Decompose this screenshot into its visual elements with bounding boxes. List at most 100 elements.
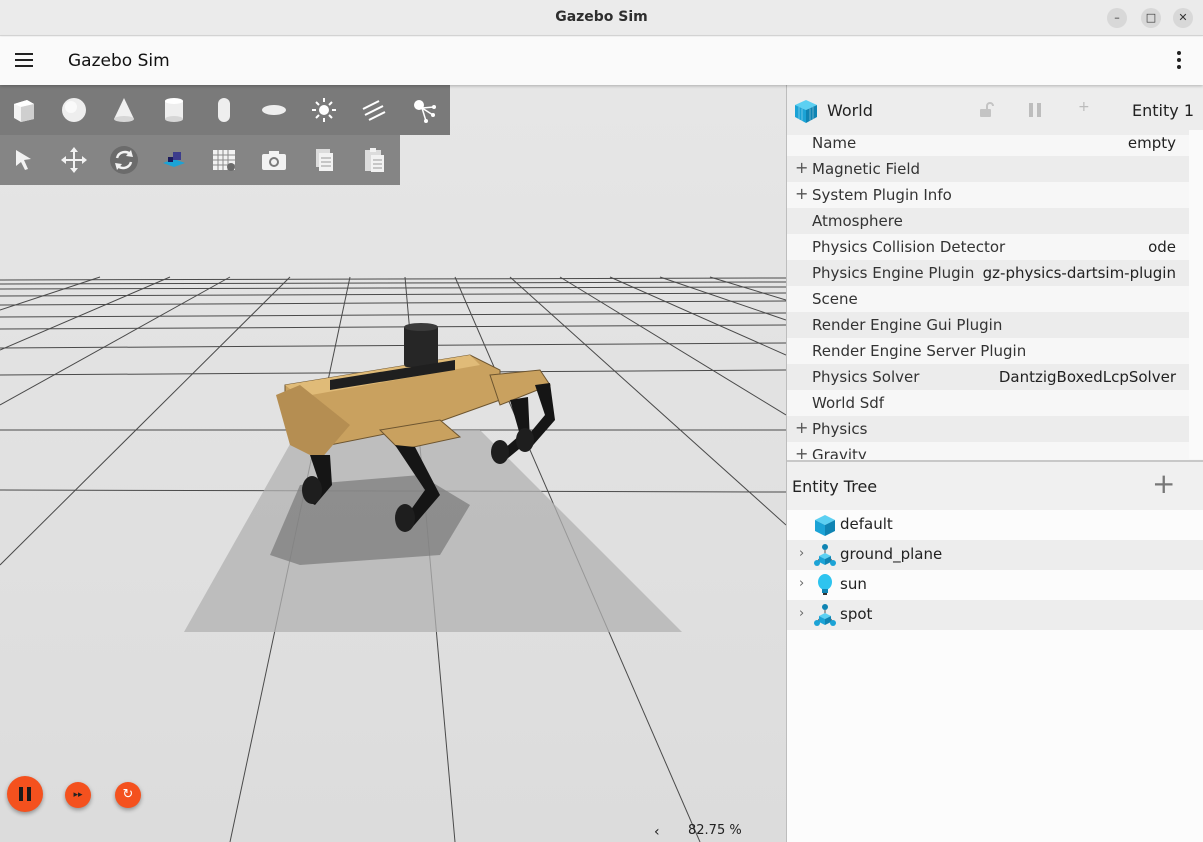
pause-button[interactable] [7,776,43,812]
component-row[interactable]: + Gravity [787,442,1189,459]
real-time-factor: 82.75 % [688,823,742,838]
inspector-title: World [827,101,873,120]
spot-light-icon[interactable] [409,95,439,125]
select-icon[interactable] [9,145,39,175]
close-button[interactable]: ✕ [1173,8,1193,28]
sphere-icon[interactable] [59,95,89,125]
cone-icon[interactable] [109,95,139,125]
world-icon [815,515,835,536]
add-component-icon[interactable]: + [1078,99,1090,115]
robot-shadow [270,475,470,565]
tree-item-spot[interactable]: › spot [787,600,1203,630]
transform-toolbar [0,135,400,185]
light-icon [818,574,832,595]
expand-icon[interactable]: + [795,155,808,181]
snap-icon[interactable] [159,145,189,175]
component-value: ode [1148,238,1176,256]
box-icon[interactable] [9,95,39,125]
component-row: Render Engine Gui Plugin [787,312,1189,338]
component-label: Physics [812,420,868,438]
scene-3d-viewport[interactable]: ▸▸ ↻ ‹ 82.75 % [0,85,786,842]
component-list: Name empty + Magnetic Field + System Plugin I… [787,130,1189,459]
translate-icon[interactable] [59,145,89,175]
point-light-icon[interactable] [309,95,339,125]
tree-item-label: sun [840,575,867,593]
more-options-icon[interactable] [1175,51,1183,71]
entity-tree-title: Entity Tree [792,477,878,496]
paste-icon[interactable] [359,145,389,175]
component-label: Physics Engine Plugin [812,264,975,282]
component-row: World Sdf [787,390,1189,416]
tree-item-sun[interactable]: › sun [787,570,1203,600]
title-bar: Gazebo Sim – □ ✕ [0,0,1203,36]
window-title: Gazebo Sim [555,9,648,25]
add-entity-icon[interactable]: + [1152,469,1175,499]
pause-icon [19,787,31,801]
component-row: Name empty [787,130,1189,156]
component-label: Atmosphere [812,212,903,230]
component-inspector-header: World + Entity 1 [787,85,1203,135]
component-row: Physics Engine Plugin gz-physics-dartsim-… [787,260,1189,286]
component-label: System Plugin Info [812,186,952,204]
scene-canvas [0,85,786,842]
entity-tree-header: Entity Tree + [787,462,1203,510]
expand-icon[interactable]: + [795,181,808,207]
step-button[interactable]: ▸▸ [65,782,91,808]
cylinder-icon[interactable] [159,95,189,125]
directional-light-icon[interactable] [359,95,389,125]
component-row: Atmosphere [787,208,1189,234]
chevron-right-icon[interactable]: › [799,606,804,621]
component-row[interactable]: + Magnetic Field [787,156,1189,182]
pause-updates-icon[interactable] [1026,102,1044,118]
entity-id: Entity 1 [1132,101,1194,120]
right-panel: World + Entity 1 Name empty + Magnetic Fiel… [786,85,1203,842]
tree-item-label: default [840,515,893,533]
ellipsoid-icon[interactable] [259,95,289,125]
capsule-icon[interactable] [209,95,239,125]
screenshot-icon[interactable] [259,145,289,175]
component-value: empty [1127,134,1176,152]
rotate-icon[interactable] [109,145,139,175]
reset-button[interactable]: ↻ [115,782,141,808]
component-value: gz-physics-dartsim-plugin [982,264,1176,282]
app-title: Gazebo Sim [68,51,170,71]
component-row: Physics Collision Detector ode [787,234,1189,260]
app-bar: Gazebo Sim [0,37,1203,85]
component-row: Physics Solver DantzigBoxedLcpSolver [787,364,1189,390]
component-label: World Sdf [812,394,885,412]
grid-icon[interactable] [209,145,239,175]
component-value: DantzigBoxedLcpSolver [998,368,1176,386]
component-label: Scene [812,290,858,308]
world-icon [795,100,817,123]
expand-icon[interactable]: + [795,415,808,441]
shapes-toolbar [0,85,450,135]
component-label: Physics Solver [812,368,920,386]
component-row[interactable]: + System Plugin Info [787,182,1189,208]
tree-item-ground-plane[interactable]: › ground_plane [787,540,1203,570]
component-label: Physics Collision Detector [812,238,1006,256]
model-icon [814,544,836,566]
tree-item-label: ground_plane [840,545,943,563]
chevron-right-icon[interactable]: › [799,546,804,561]
expand-icon[interactable]: + [795,441,808,459]
component-label: Gravity [812,446,867,459]
component-label: Name [812,134,857,152]
component-label: Magnetic Field [812,160,921,178]
component-label: Render Engine Gui Plugin [812,316,1003,334]
component-row: Render Engine Server Plugin [787,338,1189,364]
entity-tree: default › ground_plane › sun › spot [787,510,1203,842]
model-icon [814,604,836,626]
component-label: Render Engine Server Plugin [812,342,1027,360]
maximize-button[interactable]: □ [1141,8,1161,28]
tree-item-label: spot [840,605,873,623]
component-row[interactable]: + Physics [787,416,1189,442]
copy-icon[interactable] [309,145,339,175]
collapse-stats-icon[interactable]: ‹ [654,824,660,840]
minimize-button[interactable]: – [1107,8,1127,28]
menu-icon[interactable] [15,53,33,67]
component-row: Scene [787,286,1189,312]
chevron-right-icon[interactable]: › [799,576,804,591]
lock-icon[interactable] [978,102,994,118]
tree-item-default[interactable]: default [787,510,1203,540]
component-list-scrollbar[interactable] [1189,130,1203,459]
